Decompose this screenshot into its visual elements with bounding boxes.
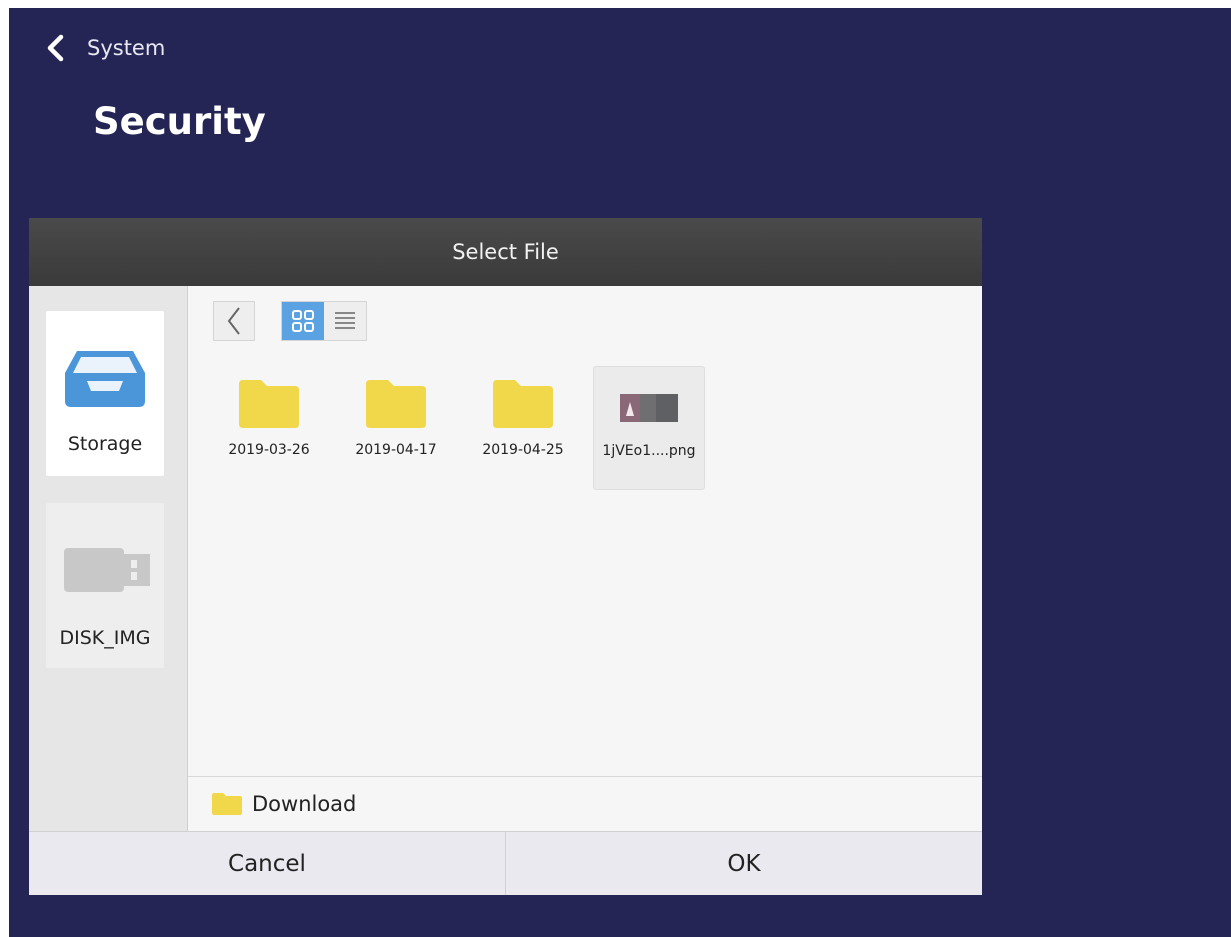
image-file-item[interactable]: 1jVEo1....png xyxy=(593,366,705,490)
file-browser: 2019-03-26 2019-04-17 2019-04-25 1jVEo1.… xyxy=(188,286,982,776)
ok-button[interactable]: OK xyxy=(505,832,982,895)
source-disk-img[interactable]: DISK_IMG xyxy=(46,503,164,668)
folder-item[interactable]: 2019-04-25 xyxy=(467,366,579,490)
file-label: 1jVEo1....png xyxy=(602,443,696,459)
source-storage[interactable]: Storage xyxy=(46,311,164,476)
source-sidebar: Storage DISK_IMG xyxy=(29,286,188,831)
grid-view-button[interactable] xyxy=(282,302,324,340)
source-label: Storage xyxy=(67,433,143,455)
path-bar: Download xyxy=(188,776,982,831)
file-label: 2019-03-26 xyxy=(228,442,310,458)
folder-item[interactable]: 2019-04-17 xyxy=(340,366,452,490)
cancel-button[interactable]: Cancel xyxy=(29,832,505,895)
file-label: 2019-04-25 xyxy=(482,442,564,458)
current-path: Download xyxy=(252,792,357,816)
folder-up-button[interactable] xyxy=(213,301,255,341)
view-toggle xyxy=(281,301,367,341)
grid-view-icon xyxy=(292,310,314,332)
folder-icon xyxy=(212,793,242,815)
file-label: 2019-04-17 xyxy=(355,442,437,458)
back-button[interactable]: System xyxy=(45,34,165,62)
usb-drive-icon xyxy=(64,548,150,592)
folder-icon xyxy=(493,380,553,428)
folder-icon xyxy=(366,380,426,428)
screen: System Security Select File Storage DISK… xyxy=(9,8,1231,937)
folder-item[interactable]: 2019-03-26 xyxy=(213,366,325,490)
chevron-left-icon xyxy=(47,34,64,62)
image-thumbnail-icon xyxy=(620,394,678,422)
dialog-footer: Cancel OK xyxy=(29,831,982,895)
select-file-dialog: Select File Storage DISK_IMG 2019-03-26 … xyxy=(29,218,982,895)
chevron-left-icon xyxy=(227,307,240,335)
back-label: System xyxy=(87,36,166,60)
folder-icon xyxy=(239,380,299,428)
dialog-title: Select File xyxy=(29,218,982,286)
storage-tray-icon xyxy=(65,351,145,407)
page-title: Security xyxy=(93,100,266,143)
list-view-icon xyxy=(335,312,355,329)
source-label: DISK_IMG xyxy=(59,627,151,649)
list-view-button[interactable] xyxy=(324,302,366,340)
